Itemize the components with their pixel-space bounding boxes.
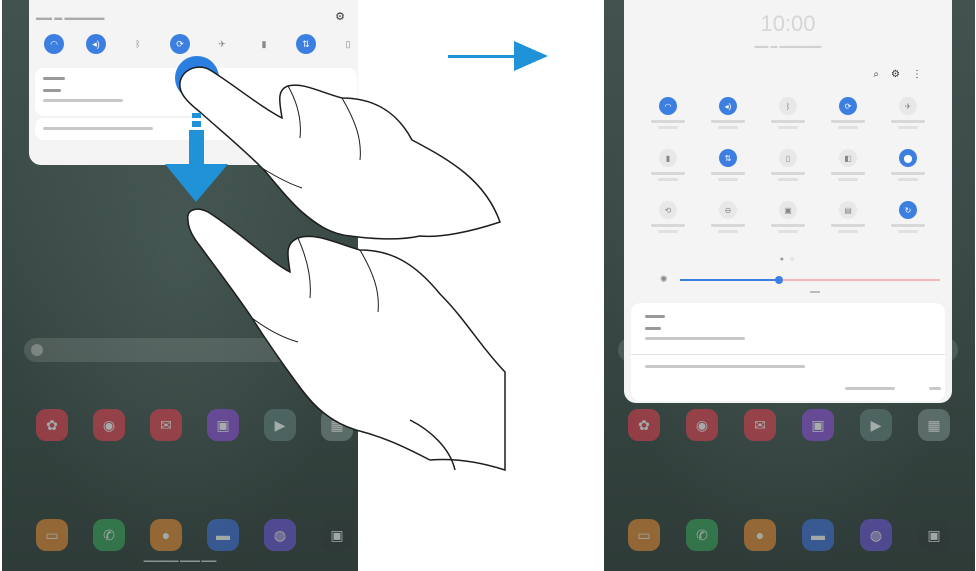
hand-gesture-illustration: [165, 56, 506, 472]
hand-upper: [179, 66, 501, 240]
instruction-illustration: ▬▬ ▬ ▬▬▬▬▬ ⚙ ◠ ◂) ᛒ ⟳ ✈ ▮ ⇅ ▯ ✿ ◉ ✉ ▣ ▶ …: [0, 0, 976, 571]
hand-lower: [187, 208, 506, 472]
arrow-down-icon: [165, 164, 228, 202]
